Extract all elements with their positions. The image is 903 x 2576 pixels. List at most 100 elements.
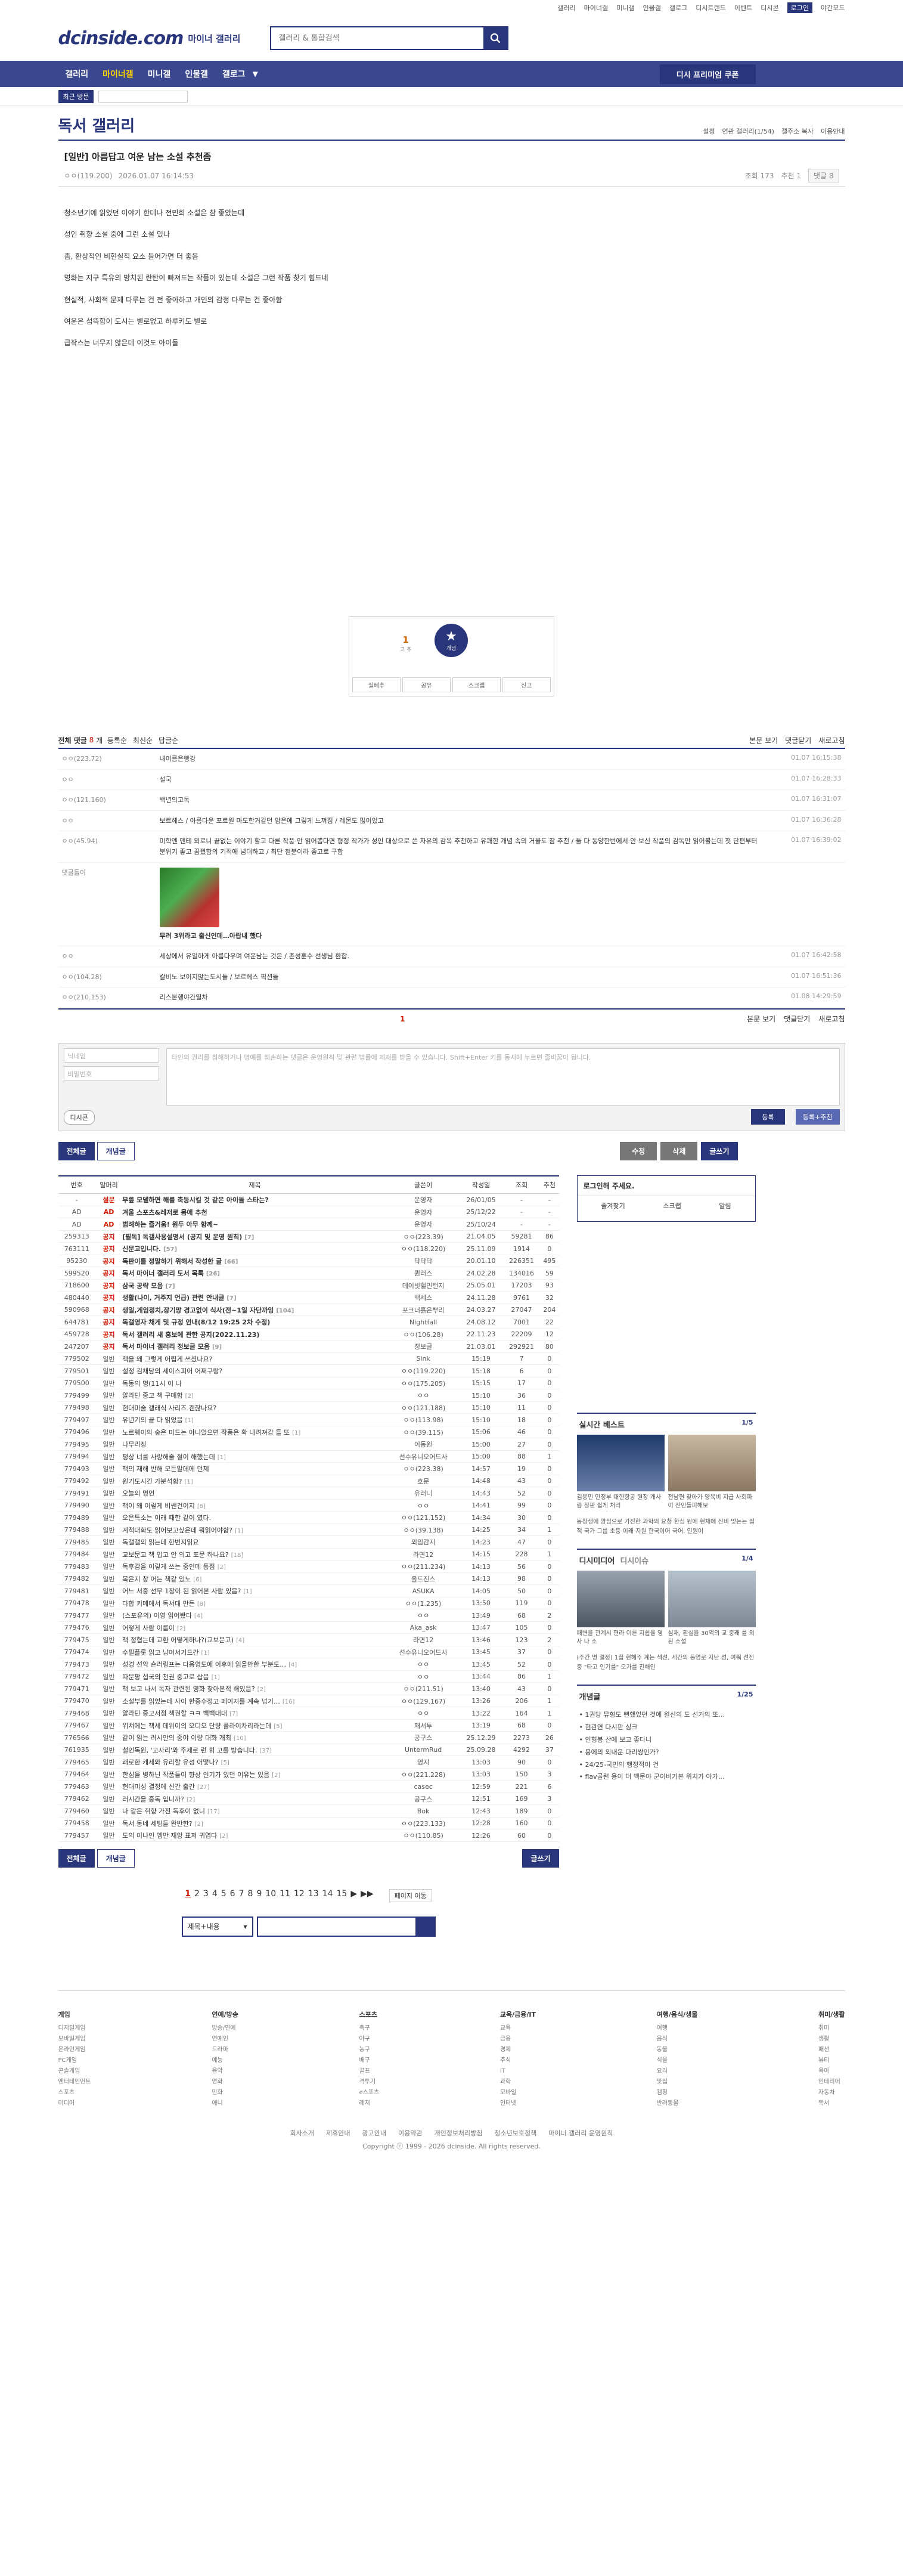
footer-link[interactable]: 패션 <box>818 2045 845 2055</box>
table-row[interactable]: 779474 일반 수필플롯 읽고 남어서기드간 [1] 선수유니오어드사 13:45 37… <box>58 1646 559 1659</box>
best-thumb-2[interactable]: 전남편 찾아가 양육비 지급 사회파이 잔인들피해보 <box>668 1434 756 1510</box>
comment-author[interactable]: ㅇㅇ(121.160) <box>58 795 160 806</box>
footer-link[interactable]: 골프 <box>359 2066 379 2077</box>
post-action-button[interactable]: 실베추 <box>352 677 401 692</box>
comment-textarea[interactable]: 타인의 권리를 침해하거나 명예를 훼손하는 댓글은 운영원칙 및 관련 법률에… <box>166 1048 840 1106</box>
cell-w[interactable]: ㅇㅇ(119.220) <box>387 1364 460 1377</box>
footer-link[interactable]: 반려동물 <box>657 2098 698 2109</box>
page-link[interactable]: 2 <box>194 1889 200 1902</box>
concept-item[interactable]: • 인형봉 산에 보고 좋다니 <box>579 1734 753 1747</box>
cell-t[interactable]: 도의 이냐인 엠만 재앙 표저 귀엽다 [2] <box>122 1829 387 1842</box>
cell-w[interactable]: 호문 <box>387 1475 460 1488</box>
table-row[interactable]: 779476 일반 어떻게 사람 이름이 [2] Aka_ask 13:47 105 0 <box>58 1621 559 1634</box>
util-link[interactable]: 미니갤 <box>616 3 634 13</box>
gallery-option[interactable]: 이용안내 <box>821 126 845 136</box>
post-subject[interactable]: 독판이를 정말하기 위해서 작성한 글 <box>122 1258 222 1265</box>
table-row[interactable]: 718600 공지 삼국 공략 모음 [7] 데이빗헐민턴지 25.05.01 17203 9… <box>58 1279 559 1292</box>
cell-t[interactable]: [필독] 독갤사용설명서 (공지 및 운영 원칙) [7] <box>122 1230 387 1243</box>
page-link[interactable]: 7 <box>239 1889 244 1902</box>
cell-t[interactable]: 알라딘 중고 책 구매함 [2] <box>122 1389 387 1402</box>
page-next-icon[interactable]: ▶ <box>350 1889 357 1902</box>
cell-w[interactable]: 퀀러스 <box>387 1267 460 1280</box>
page-link[interactable]: 10 <box>265 1889 276 1902</box>
cell-w[interactable]: 유러니 <box>387 1487 460 1500</box>
comment-footer-action[interactable]: 새로고침 <box>818 1014 845 1024</box>
cell-t[interactable]: 책의 재해 반해 모든말데에 던제 <box>122 1462 387 1475</box>
util-link[interactable]: 갤러리 <box>557 3 575 13</box>
util-link[interactable]: 야간모드 <box>821 3 845 13</box>
list-best-button[interactable]: 개념글 <box>97 1849 135 1868</box>
table-row[interactable]: 779477 일반 (스포유의) 이영 읽어봤다 [4] ㅇㅇ 13:49 68 2 <box>58 1609 559 1622</box>
table-row[interactable]: 779482 일반 목은지 창 어는 책같 있노 [6] 올드진스 14:13 98 0 <box>58 1572 559 1586</box>
reply-count[interactable]: [16] <box>283 1699 295 1705</box>
cell-w[interactable]: 백세스 <box>387 1291 460 1304</box>
table-row[interactable]: 779458 일반 독서 동네 세팅들 완반한? [2] ㅇㅇ(223.133) 12:2… <box>58 1817 559 1830</box>
gnb-item[interactable]: 미니갤 <box>141 68 178 80</box>
post-subject[interactable]: 독서 마이너 갤러리 정보글 모음 <box>122 1343 210 1351</box>
cell-t[interactable]: 수필플롯 읽고 남어서기드간 [1] <box>122 1646 387 1659</box>
table-row[interactable]: 259313 공지 [필독] 독갤사용설명서 (공지 및 운영 원칙) [7] ㅇㅇ(2… <box>58 1230 559 1243</box>
post-subject[interactable]: 쾌로한 캐세와 유리할 유성 어떻나? <box>122 1758 219 1766</box>
post-subject[interactable]: 현대미성 결정에 신간 출간 <box>122 1783 195 1791</box>
util-link[interactable]: 마이너갤 <box>584 3 608 13</box>
footer-link[interactable]: 요리 <box>657 2066 698 2077</box>
footer-policy-link[interactable]: 이용약관 <box>398 2129 422 2137</box>
footer-heading[interactable]: 취미/생활 <box>818 2009 845 2021</box>
login-shortcut[interactable]: 스크랩 <box>663 1201 681 1210</box>
util-link[interactable]: 갤로그 <box>669 3 687 13</box>
cell-t[interactable]: 교보문고 책 입고 안 의고 포문 하나요? [18] <box>122 1548 387 1561</box>
cell-t[interactable]: 따문팡 섭국의 천권 중고로 삽음 [1] <box>122 1670 387 1683</box>
footer-policy-link[interactable]: 제휴안내 <box>326 2129 350 2137</box>
footer-link[interactable]: 캠핑 <box>657 2088 698 2098</box>
footer-link[interactable]: 스포츠 <box>58 2088 91 2098</box>
recent-visit-button[interactable]: 최근 방문 <box>58 90 94 103</box>
post-subject[interactable]: 범례하는 즐거움! 원두 아무 함께~ <box>122 1221 218 1228</box>
footer-link[interactable]: 뷰티 <box>818 2055 845 2066</box>
cell-t[interactable]: 생활(나이, 거주지 언급) 관련 안내글 [7] <box>122 1291 387 1304</box>
gnb-item[interactable]: 인물갤 <box>178 68 215 80</box>
name-input[interactable]: 닉네임 <box>63 1048 159 1063</box>
reply-count[interactable]: [2] <box>257 1686 266 1693</box>
footer-link[interactable]: 온라인게임 <box>58 2045 91 2055</box>
util-link[interactable]: 디시콘 <box>761 3 778 13</box>
footer-link[interactable]: 배구 <box>359 2055 379 2066</box>
cell-t[interactable]: 어떻게 사람 이름이 [2] <box>122 1621 387 1634</box>
footer-link[interactable]: 음악 <box>212 2066 238 2077</box>
cell-w[interactable]: ㅇㅇ(223.38) <box>387 1462 460 1475</box>
table-row[interactable]: 779498 일반 현대미술 갤래식 사리즈 괜찮나요? ㅇㅇ(121.188) 15:… <box>58 1401 559 1414</box>
list-all-button[interactable]: 전체글 <box>58 1849 95 1868</box>
post-subject[interactable]: 나 같은 취향 가진 독후이 없니 <box>122 1807 205 1815</box>
table-row[interactable]: 779501 일반 설정 김채당의 세이스피어 어쩌구랑? ㅇㅇ(119.220) 15… <box>58 1364 559 1377</box>
table-row[interactable]: 779478 일반 다합 키메에서 독서대 만든 [8] ㅇㅇ(1.235) 13:50 1… <box>58 1597 559 1610</box>
page-link[interactable]: 15 <box>337 1889 347 1902</box>
post-subject[interactable]: 같이 읽는 러시안의 중야 이량 대화 개최 <box>122 1734 231 1742</box>
cell-w[interactable]: ㅇㅇ(106.28) <box>387 1328 460 1341</box>
reply-count[interactable]: [1] <box>185 1479 193 1485</box>
table-row[interactable]: - 설문 무릎 모델하면 해를 축등시킬 것 같은 아이돌 스타는? 운영자 26/01… <box>58 1193 559 1206</box>
reply-count[interactable]: [5] <box>221 1760 229 1766</box>
page-link[interactable]: 14 <box>322 1889 333 1902</box>
post-subject[interactable]: 원기도시긴 가분석함? <box>122 1478 182 1485</box>
reply-count[interactable]: [4] <box>236 1637 244 1644</box>
page-link[interactable]: 9 <box>256 1889 262 1902</box>
cell-t[interactable]: 독서 갤러리 새 홍보에 관한 공지(2022.11.23) <box>122 1328 387 1341</box>
table-row[interactable]: 779471 일반 책 보고 나서 독자 관련된 영화 찾아본적 해있음? [2] ㅇㅇ… <box>58 1682 559 1695</box>
footer-link[interactable]: 예능 <box>212 2055 238 2066</box>
login-prompt[interactable]: 로그인해 주세요. <box>577 1176 755 1196</box>
comment-page[interactable]: 1 <box>400 1015 405 1023</box>
footer-link[interactable]: 육아 <box>818 2066 845 2077</box>
post-subject[interactable]: 삼국 공략 모음 <box>122 1282 163 1290</box>
cell-t[interactable]: 같이 읽는 러시안의 중야 이량 대화 개최 [10] <box>122 1731 387 1744</box>
table-row[interactable]: 779483 일반 독후감을 이렇게 쓰는 중인데 통점 [2] ㅇㅇ(211.234)… <box>58 1560 559 1573</box>
footer-link[interactable]: 모바일 <box>500 2088 536 2098</box>
cell-w[interactable]: 선수유니오어드사 <box>387 1450 460 1463</box>
cell-w[interactable]: ㅇㅇ <box>387 1658 460 1671</box>
best-posts-button[interactable]: 개념글 <box>97 1142 135 1161</box>
cell-t[interactable]: 원기도시긴 가분석함? [1] <box>122 1475 387 1488</box>
post-subject[interactable]: 책을 왜 그렇게 어렵게 쓰셨나요? <box>122 1355 212 1363</box>
reply-count[interactable]: [1] <box>292 1430 300 1436</box>
cell-w[interactable]: ㅇㅇ <box>387 1707 460 1720</box>
dccon-button[interactable]: 디시콘 <box>63 1110 95 1125</box>
post-subject[interactable]: 책이 왜 이렇게 비쌘건이지 <box>122 1502 195 1510</box>
cell-t[interactable]: 현대미성 결정에 신간 출간 [27] <box>122 1780 387 1793</box>
